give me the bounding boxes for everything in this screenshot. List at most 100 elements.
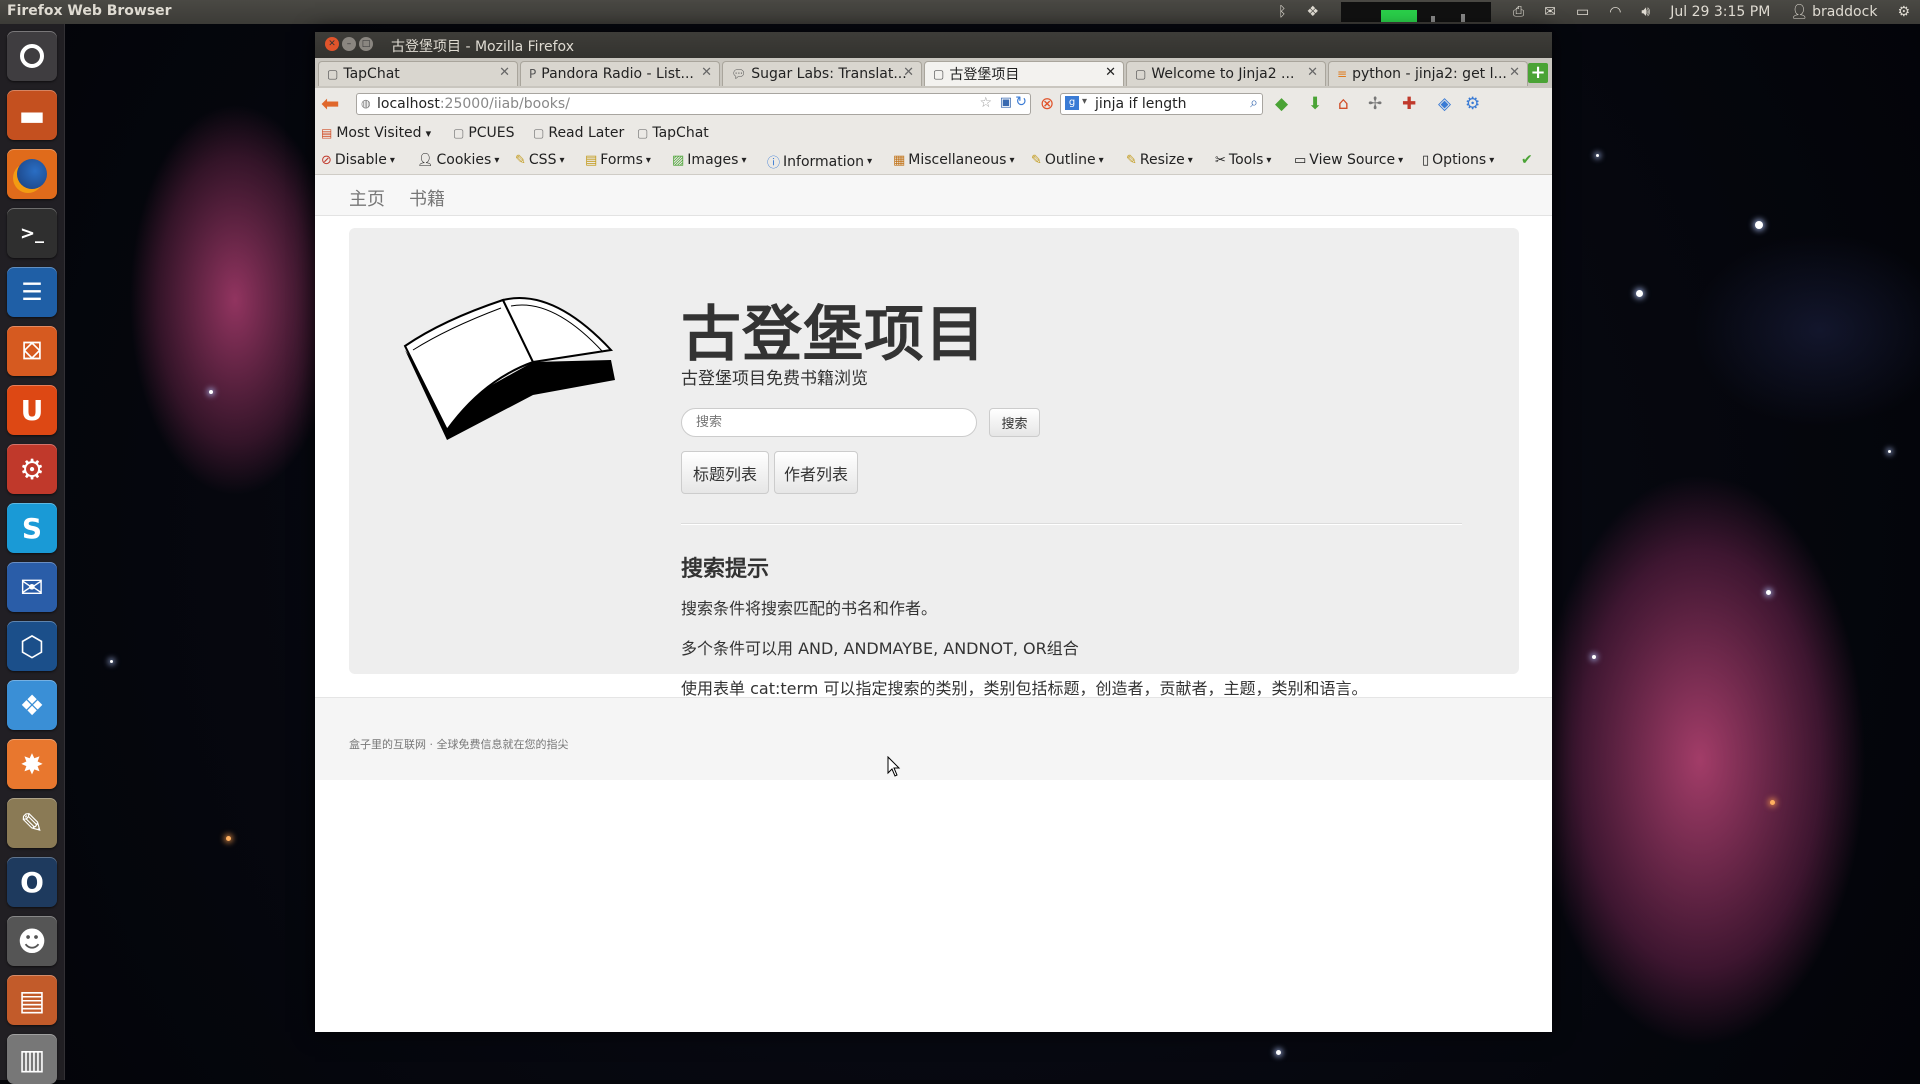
close-tab-icon[interactable]: ✕: [499, 65, 510, 80]
search-tip-3: 使用表单 cat:term 可以指定搜索的类别，类别包括标题，创造者，贡献者，主…: [681, 679, 1368, 698]
menu-label: Resize: [1139, 152, 1185, 168]
back-arrow-icon[interactable]: ⬅: [321, 92, 339, 117]
launcher-ubuntu-one[interactable]: U: [7, 385, 57, 435]
printer-icon: ⎙: [1513, 4, 1525, 20]
webdev-miscellaneous-menu[interactable]: ▦ Miscellaneous ▾: [893, 152, 1014, 168]
close-tab-icon[interactable]: ✕: [1307, 65, 1318, 80]
webdev-forms-menu[interactable]: ▤ Forms ▾: [585, 152, 651, 168]
webdev-resize-menu[interactable]: ✎ Resize ▾: [1126, 152, 1193, 168]
bookmark-tapchat[interactable]: ▢ TapChat: [637, 125, 709, 141]
tab-jinja2-welcome[interactable]: ▢ Welcome to Jinja2 ... ✕: [1126, 61, 1326, 86]
launcher-thunderbird[interactable]: ✉: [7, 562, 57, 612]
nav-link-home[interactable]: 主页: [349, 185, 385, 211]
webdev-tools-menu[interactable]: ✂ Tools ▾: [1215, 152, 1271, 168]
divider: [681, 523, 1462, 525]
webdev-cookies-menu[interactable]: 👤︎ Cookies ▾: [417, 152, 499, 168]
launcher-dash-home[interactable]: [7, 31, 57, 81]
webdev-options-menu[interactable]: ▯ Options ▾: [1422, 152, 1494, 168]
url-bar[interactable]: ◍ localhost:25000/iiab/books/ ☆ ▣ ↻: [356, 93, 1031, 115]
nav-link-books[interactable]: 书籍: [409, 185, 445, 211]
google-search-engine-icon[interactable]: g: [1065, 96, 1079, 110]
title-list-button[interactable]: 标题列表: [681, 451, 769, 494]
webdev-css-menu[interactable]: ✎ CSS ▾: [515, 152, 565, 168]
system-monitor-graph[interactable]: [1341, 2, 1492, 22]
launcher-app-robot[interactable]: ☻: [7, 916, 57, 966]
bookmarks-toolbar: ▤ Most Visited ▾ ▢ PCUES ▢ Read Later ▢ TapCh…: [315, 120, 1552, 146]
launcher-writer[interactable]: ☰: [7, 267, 57, 317]
webdev-images-menu[interactable]: ▨ Images ▾: [672, 152, 746, 168]
tab-stackoverflow[interactable]: ≡ python - jinja2: get l... ✕: [1328, 61, 1528, 86]
close-tab-icon[interactable]: ✕: [903, 65, 914, 80]
chevron-down-icon: ▾: [389, 154, 395, 166]
site-identity-icon[interactable]: ◍: [361, 97, 371, 110]
launcher-trash[interactable]: ▥: [7, 1034, 57, 1084]
launcher-terminal[interactable]: >_: [7, 208, 57, 258]
session-menu[interactable]: ⚙: [1897, 4, 1910, 20]
launcher-dropbox[interactable]: ❖: [7, 680, 57, 730]
bookmark-label: PCUES: [468, 125, 515, 141]
folder-icon: ▤: [321, 126, 333, 140]
tab-pandora[interactable]: P Pandora Radio - List... ✕: [520, 61, 720, 86]
bookmark-star-icon[interactable]: ☆: [979, 95, 992, 111]
addon-red-cross-icon[interactable]: ✚: [1402, 94, 1416, 114]
search-engine-dropdown-icon[interactable]: ▾: [1082, 96, 1087, 107]
launcher-app-orange[interactable]: ▤: [7, 975, 57, 1025]
webdev-validate-button[interactable]: ✔: [1521, 152, 1533, 168]
close-tab-icon[interactable]: ✕: [1105, 65, 1116, 80]
bookmark-most-visited[interactable]: ▤ Most Visited ▾: [321, 125, 431, 141]
bluetooth-indicator[interactable]: ᛒ: [1278, 4, 1286, 20]
launcher-files[interactable]: ▬: [7, 90, 57, 140]
launcher-skype[interactable]: S: [7, 503, 57, 553]
webdev-view-source-menu[interactable]: ▭ View Source ▾: [1294, 152, 1403, 168]
tab-gutenberg[interactable]: ▢ 古登堡项目 ✕: [924, 61, 1124, 86]
bookmark-pcues[interactable]: ▢ PCUES: [453, 125, 515, 141]
home-icon[interactable]: ⌂: [1338, 94, 1349, 114]
battery-indicator[interactable]: ▭: [1576, 4, 1589, 20]
spark-icon: ✸: [20, 747, 44, 781]
addon-bug-icon[interactable]: ⚙: [1465, 94, 1480, 114]
dropbox-indicator[interactable]: ❖: [1306, 4, 1319, 20]
webdev-information-menu[interactable]: ⓘ Information ▾: [767, 152, 872, 172]
bookmark-read-later[interactable]: ▢ Read Later: [533, 125, 624, 141]
addon-green-diamond-icon[interactable]: ◆: [1275, 94, 1288, 114]
search-button[interactable]: 搜索: [989, 408, 1040, 437]
launcher-app-firework[interactable]: ✸: [7, 739, 57, 789]
new-tab-button[interactable]: +: [1528, 63, 1548, 83]
search-bar[interactable]: g ▾ jinja if length ⌕: [1060, 93, 1263, 115]
book-search-input[interactable]: [681, 408, 977, 437]
gimp-icon: ✎: [20, 806, 44, 840]
launcher-system-settings[interactable]: ⚙: [7, 444, 57, 494]
printer-indicator[interactable]: ⎙: [1513, 4, 1524, 20]
minimize-window-button[interactable]: –: [342, 37, 356, 51]
maximize-window-button[interactable]: □: [359, 37, 373, 51]
save-page-icon[interactable]: ▣: [1000, 95, 1012, 110]
launcher-virtualbox[interactable]: ⬡: [7, 621, 57, 671]
panel-indicators: ᛒ ❖ ⎙ ✉ ▭ ◠ 🔊︎ Jul 29 3:15 PM 👤︎ braddock…: [1268, 0, 1920, 24]
monitor-icon: ▭: [1294, 152, 1307, 168]
webdev-disable-menu[interactable]: ⊘ Disable ▾: [321, 152, 395, 168]
close-tab-icon[interactable]: ✕: [701, 65, 712, 80]
user-menu[interactable]: 👤︎ braddock: [1790, 4, 1877, 20]
tab-sugar-labs[interactable]: 💬︎ Sugar Labs: Translat... ✕: [722, 61, 922, 86]
launcher-firefox[interactable]: [7, 149, 57, 199]
tab-tapchat[interactable]: ▢ TapChat ✕: [318, 61, 518, 86]
author-list-button[interactable]: 作者列表: [774, 451, 858, 494]
sound-indicator[interactable]: 🔊︎: [1641, 4, 1650, 20]
clock[interactable]: Jul 29 3:15 PM: [1670, 4, 1770, 20]
download-arrow-icon[interactable]: ⬇: [1308, 94, 1322, 114]
reload-icon[interactable]: ↻: [1015, 94, 1027, 110]
menu-label: Cookies: [436, 152, 492, 168]
network-indicator[interactable]: ◠: [1609, 4, 1621, 20]
tools-icon[interactable]: ✢: [1368, 94, 1382, 114]
mail-indicator[interactable]: ✉: [1544, 4, 1556, 20]
webdev-outline-menu[interactable]: ✎ Outline ▾: [1031, 152, 1104, 168]
launcher-app-o[interactable]: O: [7, 857, 57, 907]
magnifier-icon[interactable]: ⌕: [1250, 95, 1258, 111]
launcher-software-center[interactable]: ⛋: [7, 326, 57, 376]
addon-blue-icon[interactable]: ◈: [1438, 94, 1451, 114]
stop-icon[interactable]: ⊗: [1040, 94, 1054, 114]
mail-icon: ✉: [20, 570, 44, 604]
close-window-button[interactable]: ✕: [325, 37, 339, 51]
close-tab-icon[interactable]: ✕: [1509, 65, 1520, 80]
launcher-gimp[interactable]: ✎: [7, 798, 57, 848]
